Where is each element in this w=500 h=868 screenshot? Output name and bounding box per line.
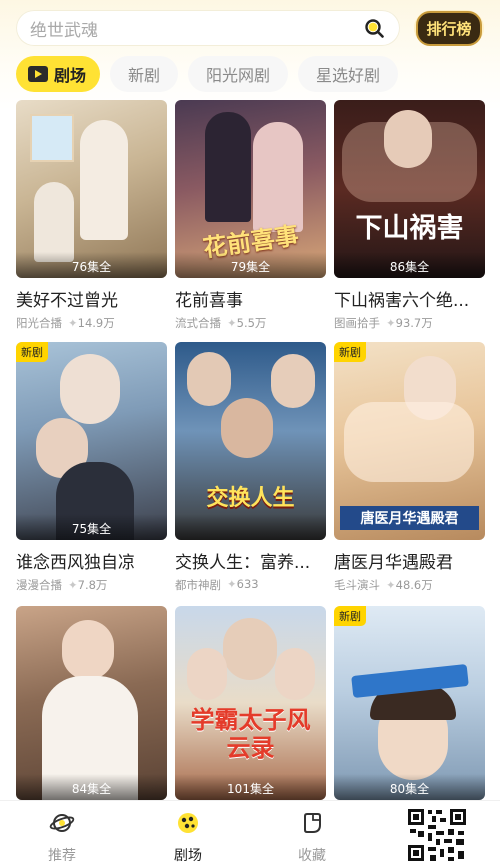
drama-poster[interactable]: 花前喜事 79集全 [175, 100, 326, 278]
drama-title: 唐医月华遇殿君 [334, 553, 453, 573]
drama-card[interactable]: 唐医月华遇殿君 新剧 唐医月华遇殿君 毛斗演斗 ✦48.6万 [334, 342, 485, 593]
drama-card[interactable]: 新剧 75集全 谁念西风独自凉 漫漫合播 ✦7.8万 [16, 342, 167, 593]
drama-poster[interactable]: 下山祸害 86集全 [334, 100, 485, 278]
drama-card[interactable]: 76集全 美好不过曾光 阳光合播 ✦14.9万 [16, 100, 167, 331]
new-badge: 新剧 [16, 342, 48, 362]
drama-meta: 图画拾手 ✦93.7万 [334, 315, 485, 331]
drama-meta: 阳光合播 ✦14.9万 [16, 315, 167, 331]
heat-icon: ✦ [227, 577, 237, 591]
poster-title: 唐医月华遇殿君 [340, 506, 479, 530]
drama-title: 下山祸害六个绝... [334, 291, 470, 311]
drama-card[interactable]: 花前喜事 79集全 花前喜事 流式合播 ✦5.5万 [175, 100, 326, 331]
drama-grid: 76集全 美好不过曾光 阳光合播 ✦14.9万 花前喜事 79集全 花前喜事 流… [16, 100, 486, 800]
drama-card[interactable]: 下山祸害 86集全 下山祸害六个绝... 图画拾手 ✦93.7万 [334, 100, 485, 331]
episode-count: 84集全 [16, 774, 167, 800]
episode-count: 75集全 [16, 514, 167, 540]
play-icon [28, 66, 48, 82]
episode-count: 101集全 [175, 774, 326, 800]
episode-count: 79集全 [175, 252, 326, 278]
drama-source: 流式合播 [175, 316, 221, 330]
search-input[interactable]: 绝世武魂 [30, 16, 98, 41]
drama-meta: 流式合播 ✦5.5万 [175, 315, 326, 331]
episode-count: 80集全 [334, 774, 485, 800]
episode-count: 86集全 [334, 252, 485, 278]
drama-poster[interactable]: 76集全 [16, 100, 167, 278]
drama-poster[interactable]: 新剧 80集全 [334, 606, 485, 800]
tab-sunshine[interactable]: 阳光网剧 [188, 56, 289, 92]
drama-poster[interactable]: 84集全 [16, 606, 167, 800]
drama-views: 14.9万 [77, 316, 115, 330]
drama-source: 图画拾手 [334, 316, 380, 330]
search-box[interactable]: 绝世武魂 [16, 10, 400, 46]
episode-count: 76集全 [16, 252, 167, 278]
poster-title: 学霸太子风云录 [190, 705, 311, 762]
search-row: 绝世武魂 排行榜 [0, 0, 500, 56]
nav-recommend[interactable]: 推荐 [22, 811, 102, 865]
tab-label: 阳光网剧 [206, 66, 271, 85]
drama-poster[interactable]: 唐医月华遇殿君 新剧 [334, 342, 485, 540]
drama-source: 阳光合播 [16, 316, 62, 330]
drama-card[interactable]: 交换人生 交换人生：富养... 都市神剧 ✦633 [175, 342, 326, 593]
drama-meta: 漫漫合播 ✦7.8万 [16, 577, 167, 593]
heat-icon: ✦ [68, 578, 78, 592]
heat-icon: ✦ [386, 578, 396, 592]
tab-new[interactable]: 新剧 [110, 56, 179, 92]
tab-label: 新剧 [128, 66, 161, 85]
drama-views: 93.7万 [395, 316, 433, 330]
drama-title: 美好不过曾光 [16, 291, 118, 311]
heat-icon: ✦ [386, 316, 396, 330]
drama-views: 48.6万 [395, 578, 433, 592]
episode-count [175, 514, 326, 540]
planet-icon [49, 814, 75, 832]
new-badge: 新剧 [334, 342, 366, 362]
drama-views: 5.5万 [236, 316, 267, 330]
category-tabs: 剧场 新剧 阳光网剧 星选好剧 [16, 56, 399, 94]
drama-meta: 毛斗演斗 ✦48.6万 [334, 577, 485, 593]
drama-source: 漫漫合播 [16, 578, 62, 592]
nav-favorites[interactable]: 收藏 [272, 811, 352, 865]
nav-label: 收藏 [298, 848, 326, 864]
drama-source: 毛斗演斗 [334, 578, 380, 592]
ranking-label: 排行榜 [416, 10, 482, 46]
drama-poster[interactable]: 学霸太子风云录 101集全 [175, 606, 326, 800]
theater-icon [178, 813, 198, 833]
tab-star-select[interactable]: 星选好剧 [298, 56, 399, 92]
new-badge: 新剧 [334, 606, 366, 626]
drama-meta: 都市神剧 ✦633 [175, 577, 326, 593]
drama-views: 633 [236, 577, 259, 591]
bookmark-icon [304, 813, 321, 833]
nav-label: 推荐 [48, 848, 76, 864]
qr-code-icon [406, 807, 468, 863]
heat-icon: ✦ [68, 316, 78, 330]
poster-title: 交换人生 [206, 486, 295, 511]
nav-theater[interactable]: 剧场 [148, 811, 228, 865]
bottom-nav: 推荐 剧场 收藏 [0, 800, 500, 868]
drama-card[interactable]: 84集全 [16, 606, 167, 800]
drama-card[interactable]: 学霸太子风云录 101集全 [175, 606, 326, 800]
heat-icon: ✦ [227, 316, 237, 330]
tab-theater[interactable]: 剧场 [16, 56, 101, 92]
drama-source: 都市神剧 [175, 578, 221, 592]
nav-label: 剧场 [174, 848, 202, 864]
drama-poster[interactable]: 交换人生 [175, 342, 326, 540]
tab-label: 剧场 [54, 66, 87, 85]
drama-card[interactable]: 新剧 80集全 [334, 606, 485, 800]
drama-title: 交换人生：富养... [175, 553, 311, 573]
drama-title: 花前喜事 [175, 291, 243, 311]
tab-label: 星选好剧 [316, 66, 381, 85]
ranking-button[interactable]: 排行榜 [414, 10, 484, 46]
drama-poster[interactable]: 新剧 75集全 [16, 342, 167, 540]
poster-title: 下山祸害 [355, 213, 464, 244]
drama-title: 谁念西风独自凉 [16, 553, 135, 573]
drama-views: 7.8万 [77, 578, 108, 592]
search-icon[interactable] [362, 16, 386, 40]
